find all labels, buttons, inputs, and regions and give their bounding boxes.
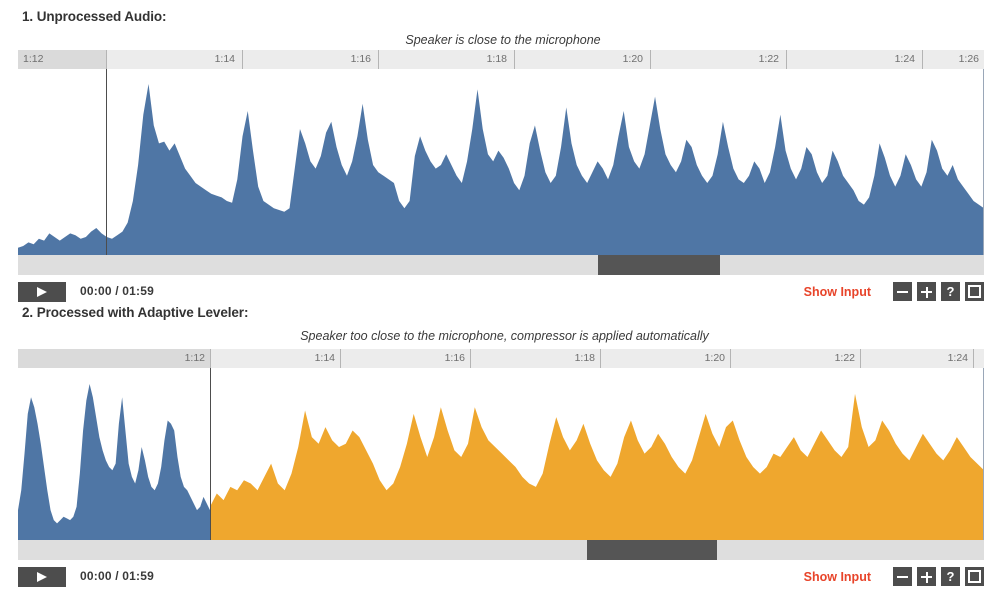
ruler-label: 1:20 (622, 53, 643, 65)
play-icon (37, 572, 47, 582)
play-button-2[interactable] (18, 567, 66, 587)
fullscreen-button-1[interactable] (965, 282, 984, 301)
ruler-tick (470, 349, 471, 368)
zoom-out-button-2[interactable] (893, 567, 912, 586)
show-input-link-1[interactable]: Show Input (804, 285, 871, 299)
ruler-tick (600, 349, 601, 368)
ruler-tick (786, 50, 787, 69)
help-button-2[interactable]: ? (941, 567, 960, 586)
waveform-processed[interactable] (18, 368, 984, 540)
ruler-label: 1:20 (704, 352, 725, 364)
ruler-elapsed-region (18, 349, 210, 368)
play-icon (37, 287, 47, 297)
ruler-label: 1:18 (574, 352, 595, 364)
ruler-label: 1:14 (214, 53, 235, 65)
player-processed: 1:12 1:14 1:16 1:18 1:20 1:22 1:24 00:00… (18, 349, 984, 593)
plus-icon-vertical (925, 286, 928, 298)
horizontal-scrollbar-1[interactable] (18, 255, 984, 275)
question-mark-icon: ? (946, 284, 955, 299)
ruler-tick (378, 50, 379, 69)
player-unprocessed: 1:12 1:14 1:16 1:18 1:20 1:22 1:24 1:26 … (18, 50, 984, 308)
panel-2-heading: 2. Processed with Adaptive Leveler: (22, 305, 249, 320)
fullscreen-icon (974, 291, 981, 298)
waveform-svg-processed (18, 383, 984, 540)
ruler-label: 1:14 (314, 352, 335, 364)
zoom-in-button-1[interactable] (917, 282, 936, 301)
ruler-label: 1:22 (758, 53, 779, 65)
ruler-label: 1:26 (958, 53, 979, 65)
panel-2-caption: Speaker too close to the microphone, com… (300, 329, 709, 343)
ruler-tick (860, 349, 861, 368)
show-input-link-2[interactable]: Show Input (804, 570, 871, 584)
play-button-1[interactable] (18, 282, 66, 302)
waveform-right-edge (983, 368, 984, 540)
ruler-tick (106, 50, 107, 69)
minus-icon (897, 576, 908, 578)
fullscreen-icon (974, 576, 981, 583)
ruler-label: 1:16 (350, 53, 371, 65)
ruler-label: 1:16 (444, 352, 465, 364)
ruler-tick (973, 349, 974, 368)
ruler-tick (340, 349, 341, 368)
ruler-tick (514, 50, 515, 69)
ruler-tick (730, 349, 731, 368)
time-display-1: 00:00 / 01:59 (80, 284, 154, 298)
zoom-in-button-2[interactable] (917, 567, 936, 586)
ruler-tick (922, 50, 923, 69)
ruler-label: 1:12 (184, 352, 205, 364)
timeline-ruler-1[interactable]: 1:12 1:14 1:16 1:18 1:20 1:22 1:24 1:26 (18, 50, 984, 69)
minus-icon (897, 291, 908, 293)
question-mark-icon: ? (946, 569, 955, 584)
waveform-unprocessed[interactable] (18, 69, 984, 255)
ruler-label: 1:18 (486, 53, 507, 65)
playhead-2[interactable] (210, 368, 211, 540)
scrollbar-thumb-1[interactable] (598, 255, 720, 275)
scrollbar-thumb-2[interactable] (587, 540, 717, 560)
panel-1-caption: Speaker is close to the microphone (405, 33, 601, 47)
waveform-svg-unprocessed (18, 84, 984, 255)
waveform-right-edge (983, 69, 984, 255)
playhead-1[interactable] (106, 69, 107, 255)
right-controls-1: Show Input ? (804, 282, 984, 301)
ruler-label: 1:22 (834, 352, 855, 364)
ruler-tick (242, 50, 243, 69)
ruler-label: 1:24 (894, 53, 915, 65)
ruler-label: 1:12 (23, 53, 44, 65)
fullscreen-button-2[interactable] (965, 567, 984, 586)
ruler-label: 1:24 (947, 352, 968, 364)
player-controls-2: 00:00 / 01:59 Show Input ? (18, 567, 984, 593)
horizontal-scrollbar-2[interactable] (18, 540, 984, 560)
right-controls-2: Show Input ? (804, 567, 984, 586)
time-display-2: 00:00 / 01:59 (80, 569, 154, 583)
plus-icon-vertical (925, 571, 928, 583)
zoom-out-button-1[interactable] (893, 282, 912, 301)
help-button-1[interactable]: ? (941, 282, 960, 301)
ruler-tick (650, 50, 651, 69)
ruler-tick (210, 349, 211, 368)
panel-1-heading: 1. Unprocessed Audio: (22, 9, 167, 24)
timeline-ruler-2[interactable]: 1:12 1:14 1:16 1:18 1:20 1:22 1:24 (18, 349, 984, 368)
